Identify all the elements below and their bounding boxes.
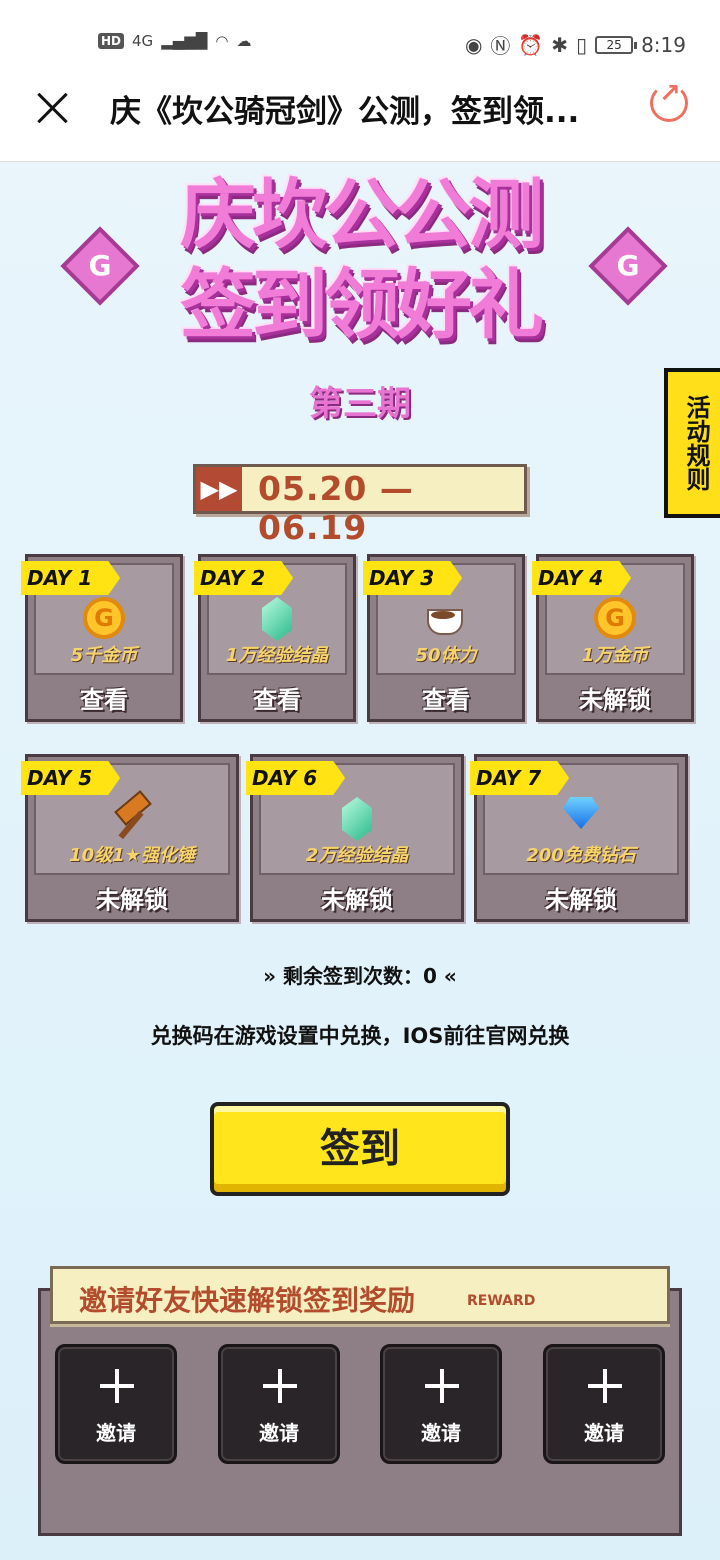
invite-header: 邀请好友快速解锁签到奖励 REWARD bbox=[50, 1266, 670, 1324]
sign-in-button[interactable]: 签到 bbox=[210, 1102, 510, 1196]
banner-headline: 庆坎公公测 签到领好礼 bbox=[150, 170, 570, 350]
banner-line2: 签到领好礼 bbox=[180, 260, 544, 349]
view-button[interactable]: 查看 bbox=[370, 680, 522, 715]
day-tag: DAY 6 bbox=[246, 761, 346, 795]
reward-label: 5千金币 bbox=[70, 645, 138, 666]
status-left: HD 4G ▂▄▆█ ◠ ☁ bbox=[98, 32, 251, 50]
coffee-cup-icon bbox=[425, 603, 467, 637]
locked-button[interactable]: 未解锁 bbox=[28, 880, 236, 915]
invite-label: 邀请 bbox=[96, 1421, 136, 1445]
locked-button[interactable]: 未解锁 bbox=[539, 680, 691, 715]
double-chevron-left-icon: « bbox=[443, 964, 457, 988]
locked-button[interactable]: 未解锁 bbox=[253, 880, 461, 915]
rules-tab[interactable]: 活动规则 bbox=[664, 368, 720, 518]
hammer-icon bbox=[110, 797, 154, 841]
day-tag: DAY 1 bbox=[21, 561, 121, 595]
day-card-5[interactable]: DAY 5 10级1★强化锤 未解锁 bbox=[21, 754, 239, 922]
remaining-signins: » 剩余签到次数：0 « bbox=[0, 960, 720, 989]
invite-slot[interactable]: 邀请 bbox=[543, 1344, 665, 1464]
invite-slot[interactable]: 邀请 bbox=[218, 1344, 340, 1464]
banner-line1: 庆坎公公测 bbox=[180, 170, 544, 259]
plus-icon bbox=[425, 1369, 459, 1403]
reward-label: 10级1★强化锤 bbox=[69, 845, 195, 866]
invite-label: 邀请 bbox=[259, 1421, 299, 1445]
reward-label: 2万经验结晶 bbox=[305, 845, 409, 866]
view-button[interactable]: 查看 bbox=[28, 680, 180, 715]
close-icon[interactable] bbox=[36, 90, 70, 124]
fast-forward-icon: ▶▶ bbox=[196, 467, 242, 511]
exchange-note: 兑换码在游戏设置中兑换，IOS前往官网兑换 bbox=[150, 1024, 570, 1048]
title-bar: 庆《坎公骑冠剑》公测，签到领... bbox=[0, 72, 720, 162]
battery-icon: 25 bbox=[595, 35, 638, 54]
day-card-2[interactable]: DAY 2 1万经验结晶 查看 bbox=[194, 554, 356, 722]
bluetooth-icon: ✱ bbox=[551, 32, 569, 57]
eye-icon: ◉ bbox=[464, 32, 483, 57]
banner-period: 第三期 bbox=[309, 384, 411, 424]
plus-icon bbox=[100, 1369, 134, 1403]
day-card-3[interactable]: DAY 3 50体力 查看 bbox=[363, 554, 525, 722]
g-badge-left-icon: G bbox=[60, 226, 140, 306]
invite-title: 邀请好友快速解锁签到奖励 bbox=[79, 1284, 416, 1317]
invite-subtitle: REWARD bbox=[467, 1293, 536, 1309]
day-tag: DAY 7 bbox=[470, 761, 570, 795]
double-chevron-right-icon: » bbox=[263, 964, 277, 988]
g-badge-right-icon: G bbox=[588, 226, 668, 306]
status-bar: HD 4G ▂▄▆█ ◠ ☁ ◉ Ⓝ ⏰ ✱ ▯ 25 8:19 bbox=[0, 0, 720, 72]
vibrate-icon: ▯ bbox=[576, 32, 588, 57]
view-button[interactable]: 查看 bbox=[201, 680, 353, 715]
status-right: ◉ Ⓝ ⏰ ✱ ▯ 25 8:19 bbox=[465, 30, 686, 59]
signal-icon: ▂▄▆█ bbox=[161, 32, 208, 50]
day-card-1[interactable]: DAY 1 G 5千金币 查看 bbox=[21, 554, 183, 722]
page-title: 庆《坎公骑冠剑》公测，签到领... bbox=[110, 94, 580, 130]
day-tag: DAY 3 bbox=[363, 561, 463, 595]
wifi-icon: ◠ bbox=[215, 32, 229, 50]
cloud-icon: ☁ bbox=[236, 32, 252, 50]
clock: 8:19 bbox=[641, 32, 686, 57]
hd-icon: HD bbox=[98, 33, 125, 49]
alarm-icon: ⏰ bbox=[518, 32, 544, 57]
invite-slot[interactable]: 邀请 bbox=[55, 1344, 177, 1464]
reward-label: 1万经验结晶 bbox=[225, 645, 329, 666]
day-card-4[interactable]: DAY 4 G 1万金币 未解锁 bbox=[532, 554, 694, 722]
date-range: 05.20 — 06.19 bbox=[258, 469, 414, 547]
main-content: G G 庆坎公公测 签到领好礼 第三期 ▶▶ 05.20 — 06.19 活动规… bbox=[0, 162, 720, 1560]
day-tag: DAY 4 bbox=[532, 561, 632, 595]
day-tag: DAY 2 bbox=[194, 561, 294, 595]
network-type-icon: 4G bbox=[132, 32, 154, 50]
coin-icon: G bbox=[83, 597, 125, 639]
plus-icon bbox=[263, 1369, 297, 1403]
reward-label: 200免费钻石 bbox=[526, 845, 636, 866]
plus-icon bbox=[588, 1369, 622, 1403]
reward-label: 1万金币 bbox=[581, 645, 649, 666]
share-icon[interactable] bbox=[650, 79, 688, 122]
day-tag: DAY 5 bbox=[21, 761, 121, 795]
day-card-7[interactable]: DAY 7 200免费钻石 未解锁 bbox=[470, 754, 688, 922]
invite-label: 邀请 bbox=[421, 1421, 461, 1445]
nfc-icon: Ⓝ bbox=[490, 34, 511, 58]
remaining-label: 剩余签到次数：0 bbox=[283, 964, 437, 988]
invite-slot[interactable]: 邀请 bbox=[380, 1344, 502, 1464]
invite-label: 邀请 bbox=[584, 1421, 624, 1445]
reward-label: 50体力 bbox=[415, 645, 477, 666]
day-card-6[interactable]: DAY 6 2万经验结晶 未解锁 bbox=[246, 754, 464, 922]
date-range-box: ▶▶ 05.20 — 06.19 bbox=[193, 464, 527, 547]
locked-button[interactable]: 未解锁 bbox=[477, 880, 685, 915]
coin-icon: G bbox=[594, 597, 636, 639]
